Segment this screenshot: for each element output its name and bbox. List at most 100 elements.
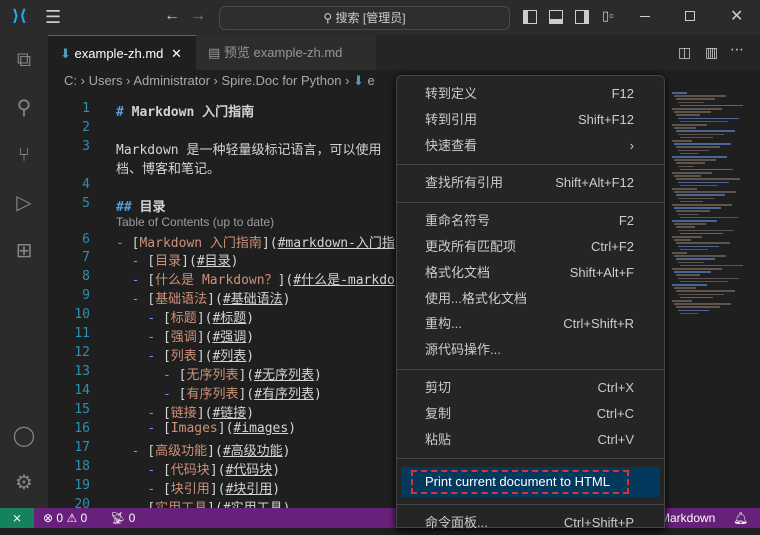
menu-item[interactable]: 剪切 Ctrl+X <box>401 376 660 400</box>
minimap-line <box>680 312 698 315</box>
close-tab-icon[interactable]: ✕ <box>171 46 182 61</box>
breadcrumb-item[interactable]: C: <box>64 73 77 88</box>
toggle-sidebar-icon[interactable] <box>523 10 537 24</box>
tab-preview[interactable]: ▤ 预览 example-zh.md <box>196 35 376 70</box>
ports-indicator[interactable]: 📡︎ 0 <box>110 508 135 528</box>
menu-item[interactable]: 重命名符号 F2 <box>401 209 660 233</box>
menu-item-shortcut: F12 <box>611 86 634 101</box>
minimap-line <box>674 223 706 225</box>
minimap-line <box>676 114 700 116</box>
line-number: 10 <box>74 307 90 322</box>
menu-item-shortcut: F2 <box>618 213 634 229</box>
toc-line: - [基础语法](#基础语法) <box>131 292 291 307</box>
menu-item[interactable]: 命令面板... Ctrl+Shift+P <box>401 511 660 535</box>
more-actions-icon[interactable]: ⋯ <box>730 41 744 58</box>
menu-item[interactable]: 更改所有匹配项 Ctrl+F2 <box>401 235 660 259</box>
minimap-line <box>678 181 729 184</box>
close-button[interactable]: ✕ <box>730 6 743 26</box>
toggle-panel-icon[interactable] <box>549 10 563 24</box>
menu-item[interactable]: 使用...格式化文档 <box>401 287 660 311</box>
minimap-line <box>674 255 726 257</box>
menu-item[interactable]: 转到引用 Shift+F12 <box>401 108 660 132</box>
minimap-line <box>674 159 716 161</box>
toc-line: - [目录](#目录) <box>131 254 239 269</box>
breadcrumb-item[interactable]: Spire.Doc for Python <box>222 73 342 88</box>
menu-item[interactable]: 重构... Ctrl+Shift+R <box>401 312 660 336</box>
minimap-line <box>672 172 712 174</box>
breadcrumb-item[interactable]: Administrator <box>133 73 210 88</box>
minimap-line <box>678 101 704 104</box>
minimap-line <box>676 290 735 292</box>
heading-line: # Markdown 入门指南 <box>116 105 255 120</box>
run-debug-icon[interactable]: ▷ <box>0 182 48 222</box>
minimap-line <box>674 127 696 129</box>
maximize-button[interactable] <box>685 11 695 21</box>
markdown-icon: ⬇ <box>60 46 71 61</box>
settings-gear-icon[interactable]: ⚙ <box>0 462 48 502</box>
split-editor-icon[interactable]: ▥ <box>705 44 718 61</box>
remote-indicator[interactable]: ⨯ <box>0 508 34 528</box>
minimap-line <box>678 277 739 280</box>
language-mode[interactable]: Markdown <box>660 508 715 528</box>
command-center-search[interactable]: ⚲ 搜索 [管理员] <box>219 6 510 30</box>
back-icon[interactable]: ← <box>164 7 180 25</box>
source-control-icon[interactable]: ⑂ <box>0 135 48 175</box>
explorer-icon[interactable]: ⧉ <box>0 40 48 80</box>
minimap-line <box>674 239 691 241</box>
minimap-line <box>680 264 743 267</box>
minimap-line <box>674 143 731 145</box>
menu-item[interactable]: 快速查看 › <box>401 134 660 158</box>
minimap-line <box>672 92 687 94</box>
toc-line: - [标题](#标题) <box>147 311 255 326</box>
menu-item-shortcut: Ctrl+Shift+R <box>563 316 634 332</box>
minimap-line <box>680 104 743 107</box>
toc-line: - [有序列表](#有序列表) <box>162 387 322 402</box>
line-number: 1 <box>82 101 90 116</box>
menu-item[interactable]: Print current document to HTML <box>401 467 660 498</box>
minimap-line <box>680 232 723 235</box>
minimap-line <box>676 98 715 100</box>
minimap-line <box>680 248 708 251</box>
minimap-line <box>680 136 713 139</box>
menu-item[interactable]: 复制 Ctrl+C <box>401 402 660 426</box>
tab-example-zh-md[interactable]: ⬇ example-zh.md ✕ <box>48 35 196 70</box>
minimap-line <box>672 156 727 158</box>
search-icon[interactable]: ⚲ <box>0 87 48 127</box>
minimap-line <box>678 149 709 152</box>
minimap[interactable] <box>668 92 746 322</box>
menu-item[interactable]: 格式化文档 Shift+Alt+F <box>401 261 660 285</box>
breadcrumb-item[interactable]: e <box>368 73 375 88</box>
line-number: 3 <box>82 139 90 154</box>
warning-icon: ⚠ <box>66 511 78 525</box>
menu-icon[interactable]: ☰ <box>45 7 61 28</box>
editor-tabs: ⬇ example-zh.md ✕ ▤ 预览 example-zh.md ◫ ▥… <box>48 35 760 70</box>
minimap-line <box>676 274 700 276</box>
account-icon[interactable]: ◯ <box>0 415 48 455</box>
menu-item[interactable]: 源代码操作... <box>401 338 660 362</box>
problems-indicator[interactable]: ⊗ 0 ⚠ 0 <box>43 508 87 528</box>
minimap-line <box>680 216 738 219</box>
breadcrumb-item[interactable]: Users <box>89 73 123 88</box>
menu-item-shortcut: Shift+Alt+F <box>569 264 634 280</box>
toggle-secondary-sidebar-icon[interactable] <box>575 10 589 24</box>
menu-item-shortcut: Ctrl+V <box>597 431 634 447</box>
minimap-line <box>678 309 709 312</box>
notifications-bell-icon[interactable]: 🔔︎ <box>733 508 748 528</box>
menu-item[interactable]: 转到定义 F12 <box>401 82 660 106</box>
menu-item-shortcut: Ctrl+C <box>596 405 634 421</box>
minimap-line <box>672 300 692 302</box>
open-preview-side-icon[interactable]: ◫ <box>678 44 691 61</box>
forward-icon[interactable]: → <box>190 7 206 25</box>
minimap-line <box>680 296 713 299</box>
line-number: 19 <box>74 478 90 493</box>
extensions-icon[interactable]: ⊞ <box>0 230 48 270</box>
minimize-button[interactable] <box>640 16 650 17</box>
menu-item[interactable]: 粘贴 Ctrl+V <box>401 428 660 452</box>
markdown-icon: ⬇ <box>353 73 364 88</box>
toc-line: - [代码块](#代码块) <box>147 463 281 478</box>
line-number: 5 <box>82 196 90 211</box>
customize-layout-icon[interactable]: ▯▫ <box>602 8 614 24</box>
menu-item[interactable]: 查找所有引用 Shift+Alt+F12 <box>401 171 660 195</box>
menu-item-shortcut: Ctrl+X <box>597 380 634 395</box>
menu-item-label: 源代码操作... <box>425 342 501 358</box>
